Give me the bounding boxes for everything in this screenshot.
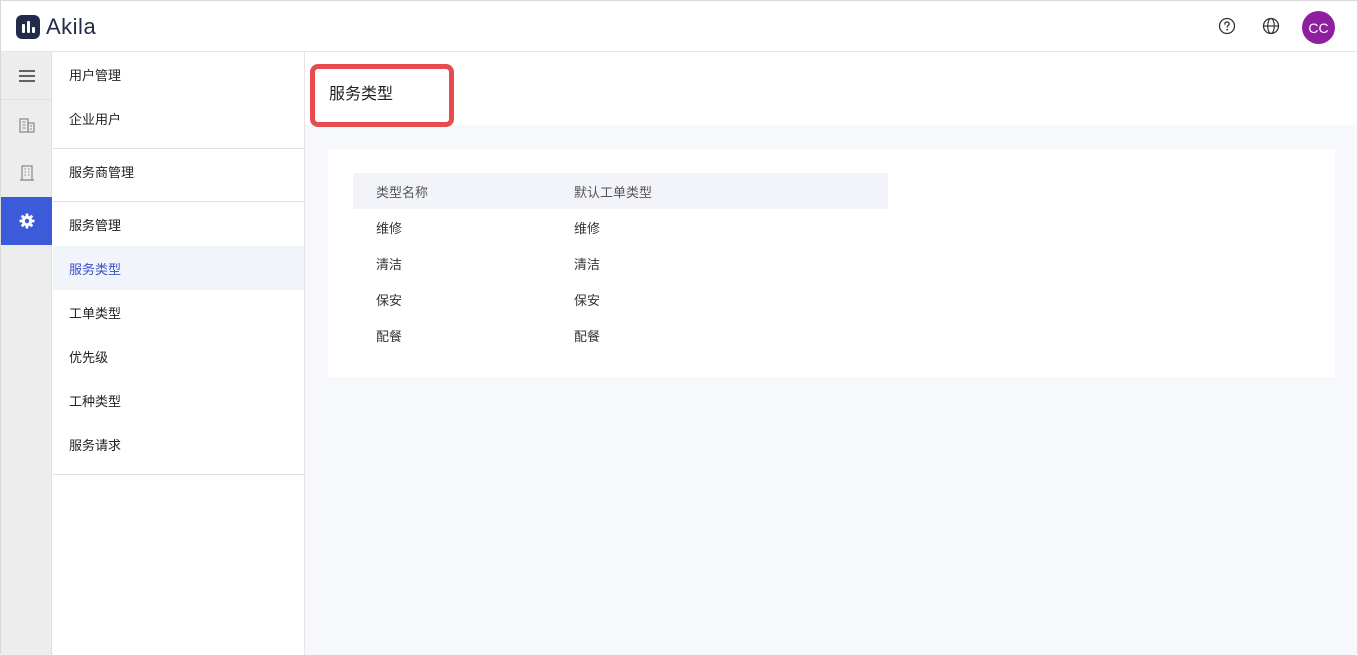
office-building-icon bbox=[19, 165, 34, 181]
globe-icon[interactable] bbox=[1261, 16, 1281, 36]
sidebar-item-work-order-type[interactable]: 工单类型 bbox=[53, 290, 304, 334]
table-row[interactable]: 保安 保安 bbox=[353, 281, 888, 317]
user-avatar[interactable]: CC bbox=[1302, 11, 1335, 44]
sidebar-item-service-request[interactable]: 服务请求 bbox=[53, 422, 304, 466]
table-cell: 维修 bbox=[574, 220, 601, 236]
column-header-default-work-order-type: 默认工单类型 bbox=[574, 184, 653, 200]
rail-item-settings[interactable] bbox=[1, 197, 52, 245]
menu-icon bbox=[18, 69, 35, 82]
page-title: 服务类型 bbox=[329, 86, 394, 103]
table-row[interactable]: 配餐 配餐 bbox=[353, 317, 888, 353]
app-logo[interactable]: Akila bbox=[16, 14, 96, 40]
table-cell: 维修 bbox=[376, 220, 403, 236]
table-row[interactable]: 清洁 清洁 bbox=[353, 245, 888, 281]
table-cell: 配餐 bbox=[574, 328, 601, 344]
table-cell: 保安 bbox=[574, 292, 601, 308]
menu-toggle-button[interactable] bbox=[1, 52, 52, 100]
table-row[interactable]: 维修 维修 bbox=[353, 209, 888, 245]
column-header-type-name: 类型名称 bbox=[376, 184, 429, 200]
service-type-card: 类型名称 默认工单类型 维修 维修 清洁 清洁 保安 保安 配餐 配餐 bbox=[328, 149, 1335, 377]
table-cell: 清洁 bbox=[574, 256, 601, 272]
help-icon[interactable] bbox=[1217, 16, 1237, 36]
sidebar-item-service-type[interactable]: 服务类型 bbox=[53, 246, 304, 290]
building-icon bbox=[18, 118, 35, 133]
main-content: 服务类型 类型名称 默认工单类型 维修 维修 清洁 清洁 保安 保安 配餐 配餐 bbox=[305, 52, 1357, 655]
sidebar-item-priority[interactable]: 优先级 bbox=[53, 334, 304, 378]
table-cell: 配餐 bbox=[376, 328, 403, 344]
sidebar-group-title: 服务管理 bbox=[69, 217, 122, 233]
service-type-table: 类型名称 默认工单类型 维修 维修 清洁 清洁 保安 保安 配餐 配餐 bbox=[353, 173, 888, 353]
sidebar-item-trade-type[interactable]: 工种类型 bbox=[53, 378, 304, 422]
icon-rail bbox=[1, 52, 52, 655]
app-window: Akila CC 用户管理 企业用户 服务商管理 服务管理 服务类型 工单类型 … bbox=[0, 0, 1358, 655]
sidebar-group-user-management: 用户管理 企业用户 bbox=[53, 52, 304, 149]
sidebar-item-provider-management[interactable]: 服务商管理 bbox=[53, 149, 304, 193]
app-name: Akila bbox=[46, 14, 97, 39]
settings-sidebar: 用户管理 企业用户 服务商管理 服务管理 服务类型 工单类型 优先级 工种类型 … bbox=[53, 52, 305, 655]
rail-item-office[interactable] bbox=[1, 149, 52, 197]
sidebar-group-provider-management: 服务商管理 bbox=[53, 149, 304, 202]
sidebar-item-enterprise-users[interactable]: 企业用户 bbox=[53, 96, 304, 140]
rail-item-buildings[interactable] bbox=[1, 101, 52, 149]
page-header: 服务类型 bbox=[305, 52, 1357, 127]
logo-icon bbox=[16, 15, 40, 39]
table-cell: 清洁 bbox=[376, 256, 403, 272]
table-header-row: 类型名称 默认工单类型 bbox=[353, 173, 888, 209]
sidebar-group-service-management: 服务管理 服务类型 工单类型 优先级 工种类型 服务请求 bbox=[53, 202, 304, 475]
gear-icon bbox=[19, 213, 34, 229]
table-cell: 保安 bbox=[376, 292, 403, 308]
sidebar-group-title: 用户管理 bbox=[69, 67, 122, 83]
top-header: Akila CC bbox=[1, 1, 1357, 52]
